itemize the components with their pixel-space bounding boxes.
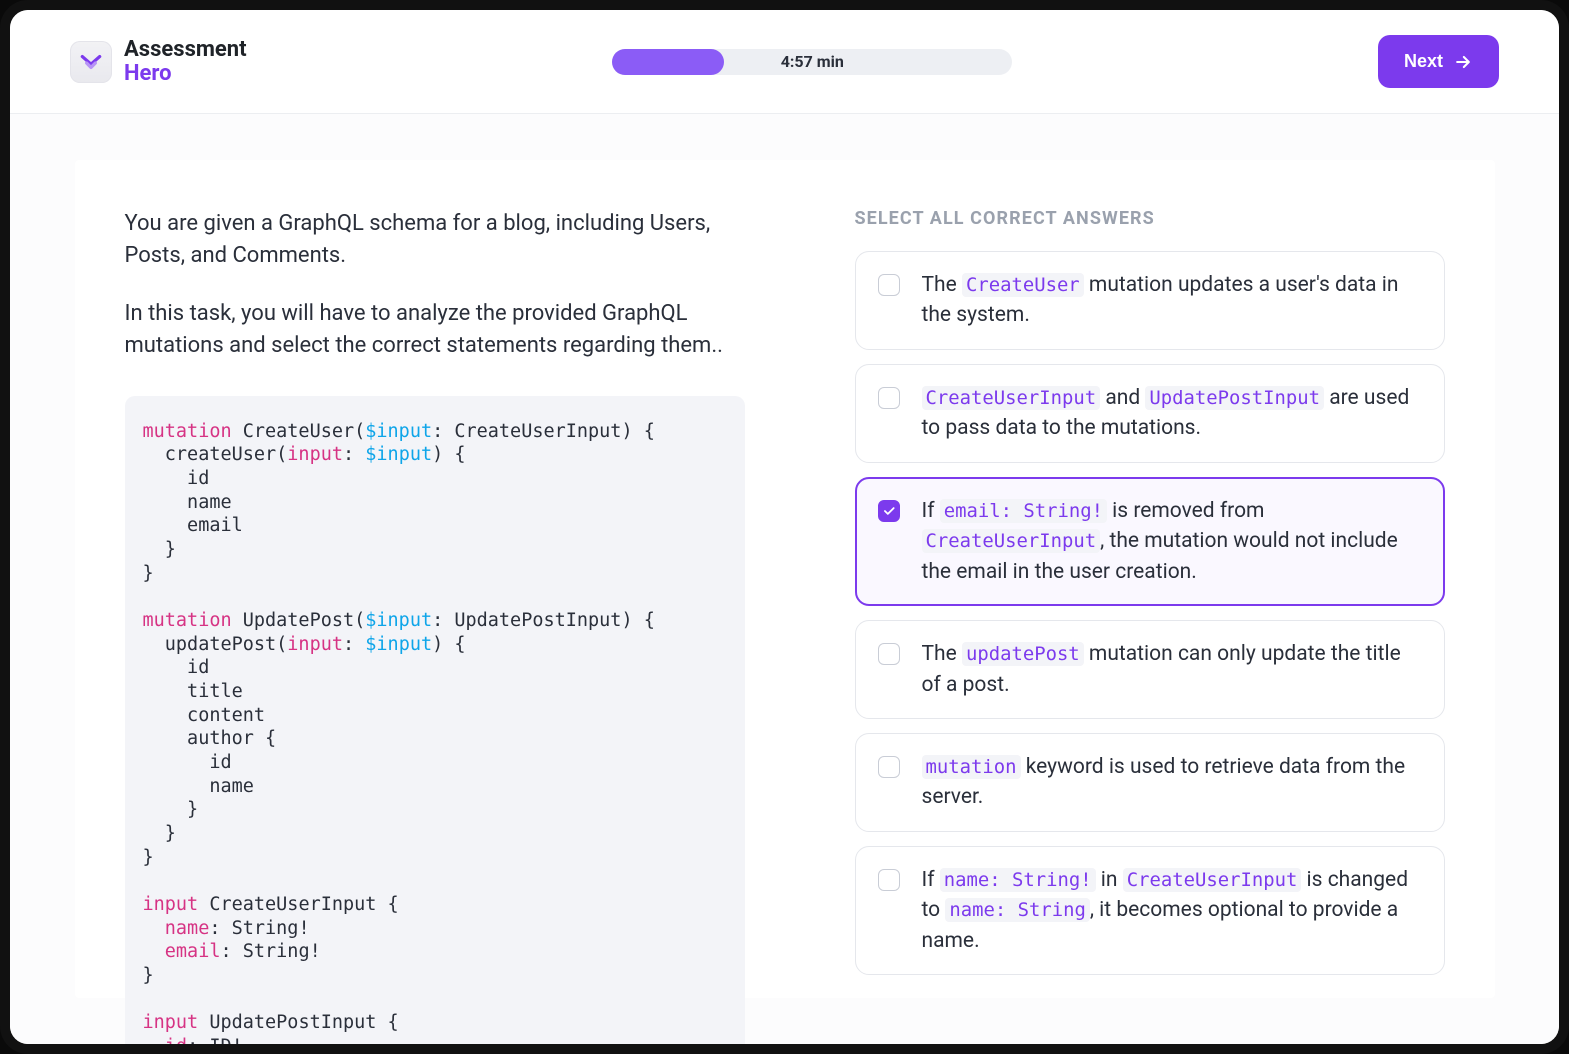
arrow-right-icon xyxy=(1453,52,1473,72)
inline-code: email: String! xyxy=(940,499,1107,523)
question-card: You are given a GraphQL schema for a blo… xyxy=(75,160,1495,998)
inline-code: CreateUserInput xyxy=(922,529,1101,553)
prompt-paragraph-1: You are given a GraphQL schema for a blo… xyxy=(125,208,745,272)
answer-option[interactable]: CreateUserInput and UpdatePostInput are … xyxy=(855,364,1445,463)
inline-code: name: String! xyxy=(940,868,1096,892)
answer-option[interactable]: The updatePost mutation can only update … xyxy=(855,620,1445,719)
logo-icon xyxy=(70,41,112,83)
checkbox-icon xyxy=(878,643,900,665)
checkbox-icon xyxy=(878,387,900,409)
answer-option[interactable]: If name: String! in CreateUserInput is c… xyxy=(855,846,1445,975)
answer-text: CreateUserInput and UpdatePostInput are … xyxy=(922,383,1422,444)
timer-label: 4:57 min xyxy=(781,52,844,71)
answer-text: The updatePost mutation can only update … xyxy=(922,639,1422,700)
app-inner: Assessment Hero 4:57 min Next You are gi… xyxy=(10,10,1559,1044)
question-prompt: You are given a GraphQL schema for a blo… xyxy=(125,208,745,362)
brand-line1: Assessment xyxy=(124,38,247,61)
checkbox-icon xyxy=(878,500,900,522)
answer-text: mutation keyword is used to retrieve dat… xyxy=(922,752,1422,813)
question-left: You are given a GraphQL schema for a blo… xyxy=(125,208,745,950)
prompt-paragraph-2: In this task, you will have to analyze t… xyxy=(125,298,745,362)
answer-text: The CreateUser mutation updates a user's… xyxy=(922,270,1422,331)
answer-option[interactable]: mutation keyword is used to retrieve dat… xyxy=(855,733,1445,832)
inline-code: updatePost xyxy=(962,642,1084,666)
answers-panel: SELECT ALL CORRECT ANSWERS The CreateUse… xyxy=(855,208,1445,950)
code-block: mutation CreateUser($input: CreateUserIn… xyxy=(125,396,745,1044)
answers-title: SELECT ALL CORRECT ANSWERS xyxy=(855,208,1445,229)
answer-text: If name: String! in CreateUserInput is c… xyxy=(922,865,1422,956)
answer-option[interactable]: The CreateUser mutation updates a user's… xyxy=(855,251,1445,350)
inline-code: CreateUser xyxy=(962,273,1084,297)
checkbox-icon xyxy=(878,869,900,891)
content: You are given a GraphQL schema for a blo… xyxy=(10,114,1559,1044)
next-button[interactable]: Next xyxy=(1378,35,1499,88)
app-window: Assessment Hero 4:57 min Next You are gi… xyxy=(0,0,1569,1054)
answer-text: If email: String! is removed from Create… xyxy=(922,496,1422,587)
inline-code: CreateUserInput xyxy=(922,386,1101,410)
checkbox-icon xyxy=(878,756,900,778)
brand-line2: Hero xyxy=(124,62,247,85)
inline-code: mutation xyxy=(922,755,1021,779)
timer-progress: 4:57 min xyxy=(612,49,1012,75)
checkbox-icon xyxy=(878,274,900,296)
answer-option[interactable]: If email: String! is removed from Create… xyxy=(855,477,1445,606)
next-button-label: Next xyxy=(1404,51,1443,72)
inline-code: UpdatePostInput xyxy=(1145,386,1324,410)
timer-progress-fill xyxy=(612,49,724,75)
brand-text: Assessment Hero xyxy=(124,38,247,84)
inline-code: CreateUserInput xyxy=(1123,868,1302,892)
answers-list: The CreateUser mutation updates a user's… xyxy=(855,251,1445,975)
brand: Assessment Hero xyxy=(70,38,247,84)
inline-code: name: String xyxy=(945,898,1089,922)
header: Assessment Hero 4:57 min Next xyxy=(10,10,1559,114)
